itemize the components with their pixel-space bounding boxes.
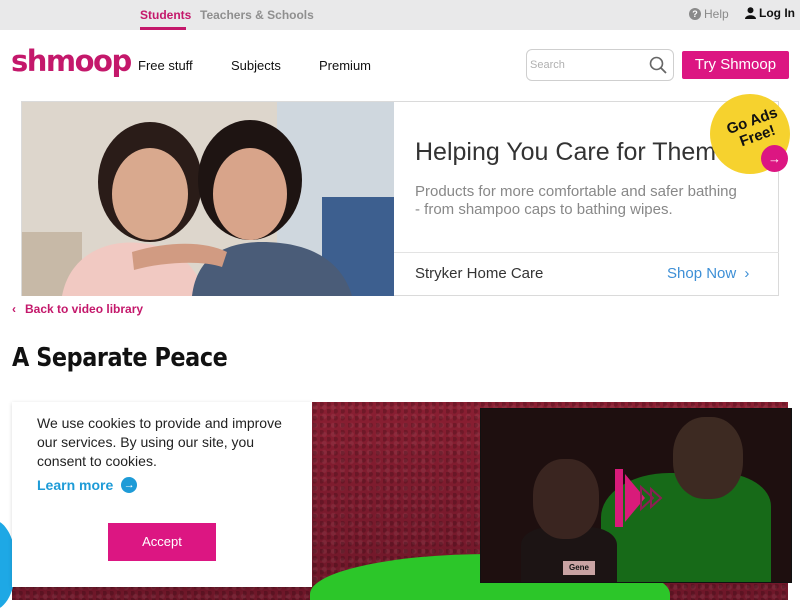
login-link[interactable]: Log In — [745, 6, 795, 20]
chevron-left-icon: ‹ — [12, 302, 16, 316]
shop-now-link[interactable]: Shop Now › — [667, 265, 749, 282]
nav-free-stuff[interactable]: Free stuff — [138, 58, 193, 73]
arrow-right-icon[interactable]: → — [761, 145, 788, 172]
ad-title: Helping You Care for Them — [415, 138, 717, 166]
cookie-message: We use cookies to provide and improve ou… — [37, 415, 282, 469]
tab-teachers-schools[interactable]: Teachers & Schools — [200, 0, 314, 30]
page-title: A Separate Peace — [12, 343, 228, 373]
nav-subjects[interactable]: Subjects — [231, 58, 281, 73]
chevron-right-icon: › — [744, 265, 750, 282]
nav-premium[interactable]: Premium — [319, 58, 371, 73]
character-face — [533, 459, 599, 539]
shop-now-label: Shop Now — [667, 265, 737, 282]
back-link-label: Back to video library — [25, 302, 144, 316]
question-icon: ? — [689, 8, 701, 20]
top-bar: Students Teachers & Schools ? Help Log I… — [0, 0, 800, 30]
character-face — [673, 417, 743, 499]
learn-more-link[interactable]: Learn more → — [37, 477, 138, 493]
search-box — [526, 49, 674, 81]
back-to-library-link[interactable]: ‹ Back to video library — [12, 302, 143, 316]
help-label: Help — [704, 7, 729, 21]
accept-cookies-button[interactable]: Accept — [108, 523, 216, 561]
name-tag: Gene — [563, 561, 595, 575]
help-link[interactable]: ? Help — [689, 7, 729, 21]
ad-brand: Stryker Home Care — [415, 265, 544, 282]
arrow-right-circle-icon: → — [121, 477, 138, 493]
learn-more-label: Learn more — [37, 477, 114, 493]
ad-banner[interactable]: Helping You Care for Them Products for m… — [21, 101, 779, 296]
try-shmoop-button[interactable]: Try Shmoop — [682, 51, 789, 79]
play-icon[interactable] — [615, 469, 665, 527]
ad-description: Products for more comfortable and safer … — [415, 183, 737, 218]
shmoop-logo[interactable]: shmoop — [11, 44, 132, 78]
cookie-banner: We use cookies to provide and improve ou… — [12, 402, 312, 587]
login-label: Log In — [759, 6, 795, 20]
picture-in-picture-video[interactable]: Gene — [480, 408, 792, 583]
search-icon[interactable] — [649, 56, 667, 74]
tab-students[interactable]: Students — [140, 0, 191, 30]
ad-divider — [394, 252, 779, 253]
user-icon — [745, 7, 756, 19]
ad-photo — [22, 102, 394, 296]
search-input[interactable] — [530, 56, 640, 74]
